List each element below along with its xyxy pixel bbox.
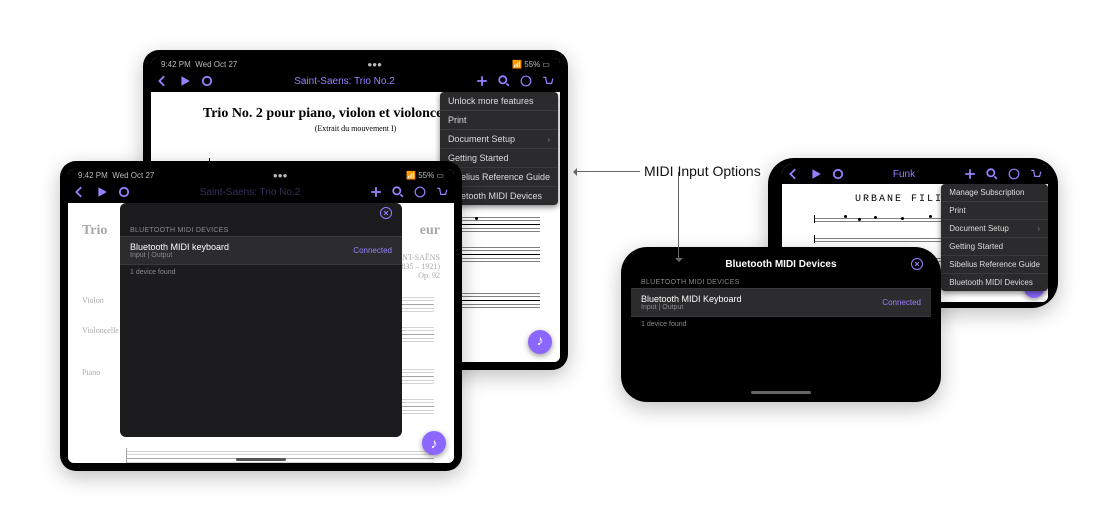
app-toolbar: Funk [782,164,1048,184]
notch [768,210,776,256]
back-icon[interactable] [157,75,169,87]
chevron-right-icon: › [1037,224,1040,233]
back-icon[interactable] [74,186,86,198]
score-title: Saint-Saens: Trio No.2 [130,187,370,198]
search-icon[interactable] [498,75,510,87]
doc-title-right: eur [420,223,440,239]
menu-doc-setup[interactable]: Document Setup› [941,220,1048,238]
bt-device-io: Input | Output [130,252,229,259]
ipad-front-device: 9:42 PM Wed Oct 27 ●●● 📶 55% ▭ Saint-Sae… [60,161,462,471]
bt-device-name: Bluetooth MIDI keyboard [130,242,229,252]
globe-icon[interactable] [414,186,426,198]
bt-device-row[interactable]: Bluetooth MIDI Keyboard Input | Output C… [631,288,931,317]
menu-manage-subscription[interactable]: Manage Subscription [941,184,1048,202]
record-icon[interactable] [832,168,844,180]
fab-note-button[interactable]: ♪ [528,330,552,354]
iphone-front-screen: Bluetooth MIDI Devices BLUETOOTH MIDI DE… [631,253,931,396]
cart-icon[interactable] [436,186,448,198]
add-icon[interactable] [964,168,976,180]
app-toolbar: Saint-Saens: Trio No.2 [151,70,560,92]
menu-print[interactable]: Print [440,111,558,130]
score-title: Saint-Saens: Trio No.2 [213,76,476,87]
status-battery: 55% [524,60,540,69]
search-icon[interactable] [986,168,998,180]
cart-icon[interactable] [1030,168,1042,180]
back-icon[interactable] [788,168,800,180]
play-icon[interactable] [96,186,108,198]
statusbar: 9:42 PM Wed Oct 27 ●●● 📶 55% ▭ [151,58,560,70]
more-menu: Manage Subscription Print Document Setup… [941,184,1048,291]
search-icon[interactable] [392,186,404,198]
notch [621,305,629,345]
bt-section-label: BLUETOOTH MIDI DEVICES [631,275,931,288]
fab-note-button[interactable]: ♪ [422,431,446,455]
bt-title: Bluetooth MIDI Devices [725,259,836,270]
bt-footer: 1 device found [120,265,402,280]
add-icon[interactable] [476,75,488,87]
play-icon[interactable] [810,168,822,180]
add-icon[interactable] [370,186,382,198]
bt-device-name: Bluetooth MIDI Keyboard [641,294,742,304]
doc-title-left: Trio [82,223,107,239]
home-indicator [751,391,811,394]
statusbar: 9:42 PM Wed Oct 27 ●●● 📶 55% ▭ [68,169,454,181]
globe-icon[interactable] [1008,168,1020,180]
ipad-front-screen: 9:42 PM Wed Oct 27 ●●● 📶 55% ▭ Saint-Sae… [68,169,454,463]
annotation-label: MIDI Input Options [644,163,761,179]
record-icon[interactable] [118,186,130,198]
menu-unlock-features[interactable]: Unlock more features [440,92,558,111]
annotation-arrow [678,172,679,260]
bt-device-row[interactable]: Bluetooth MIDI keyboard Input | Output C… [120,236,402,265]
bt-device-status: Connected [882,298,921,307]
app-toolbar: Saint-Saens: Trio No.2 [68,181,454,203]
annotation-arrow [575,171,640,172]
status-date: Wed Oct 27 [195,60,237,69]
close-icon[interactable] [380,207,392,219]
bt-device-status: Connected [353,246,392,255]
close-icon[interactable] [911,258,923,270]
status-time: 9:42 PM [161,60,191,69]
chevron-right-icon: › [547,135,550,144]
bt-footer: 1 device found [631,317,931,332]
home-indicator [236,458,286,461]
bt-device-io: Input | Output [641,304,742,311]
menu-doc-setup[interactable]: Document Setup› [440,130,558,149]
bluetooth-midi-panel: BLUETOOTH MIDI DEVICES Bluetooth MIDI ke… [120,203,402,437]
play-icon[interactable] [179,75,191,87]
bt-section-label: BLUETOOTH MIDI DEVICES [120,223,402,236]
score-title: Funk [844,169,964,180]
globe-icon[interactable] [520,75,532,87]
menu-bluetooth-midi[interactable]: Bluetooth MIDI Devices [941,274,1048,291]
menu-print[interactable]: Print [941,202,1048,220]
menu-getting-started[interactable]: Getting Started [941,238,1048,256]
iphone-front-device: Bluetooth MIDI Devices BLUETOOTH MIDI DE… [621,247,941,402]
menu-reference-guide[interactable]: Sibelius Reference Guide [941,256,1048,274]
cart-icon[interactable] [542,75,554,87]
record-icon[interactable] [201,75,213,87]
